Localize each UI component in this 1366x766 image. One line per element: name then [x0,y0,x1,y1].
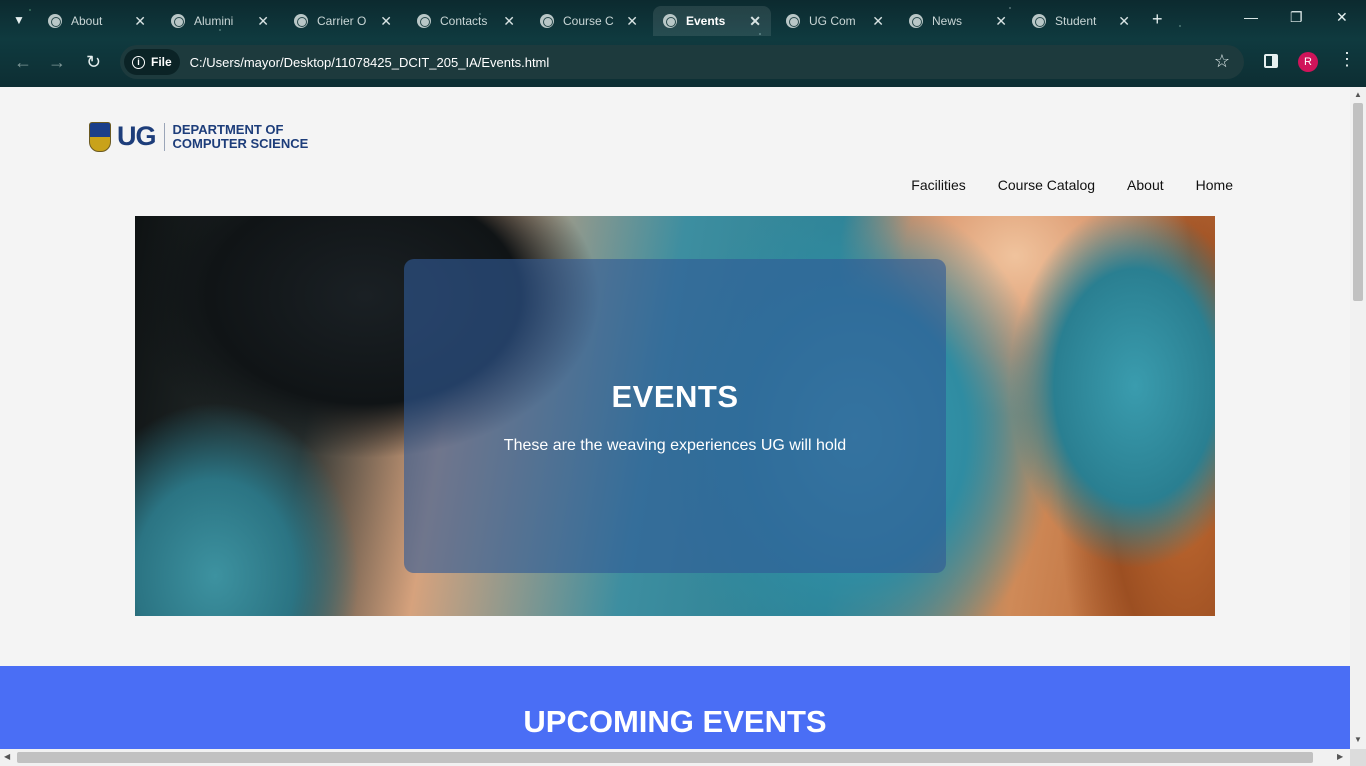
back-arrow-icon[interactable]: ← [14,52,32,73]
close-icon[interactable]: ✕ [872,13,884,30]
hero-title: EVENTS [611,379,739,414]
logo-divider [163,122,165,151]
tab-news[interactable]: News ✕ [899,6,1017,36]
close-icon[interactable]: ✕ [626,13,638,30]
site-info-chip[interactable]: i File [124,49,180,75]
close-icon[interactable]: ✕ [995,13,1007,30]
close-icon[interactable]: ✕ [380,13,392,30]
new-tab-plus-icon[interactable]: + [1152,9,1163,30]
tab-title: About [71,14,103,28]
globe-icon [909,14,923,28]
tab-strip: ▼ About ✕ Alumini ✕ Carrier O ✕ Contacts… [0,0,1366,40]
restore-icon[interactable]: ❐ [1290,9,1303,26]
globe-icon [171,14,185,28]
info-icon: i [132,55,145,69]
browser-chrome: ▼ About ✕ Alumini ✕ Carrier O ✕ Contacts… [0,0,1366,87]
hero-card: EVENTS These are the weaving experiences… [404,259,946,573]
nav-link-about[interactable]: About [1127,177,1164,193]
scrollbar-corner [1350,749,1366,766]
upcoming-events-title: UPCOMING EVENTS [523,704,827,739]
nav-link-home[interactable]: Home [1196,177,1233,193]
tab-events[interactable]: Events ✕ [653,6,771,36]
tab-contacts[interactable]: Contacts ✕ [407,6,525,36]
tab-ug-com[interactable]: UG Com ✕ [776,6,894,36]
tab-search-chevron-icon[interactable]: ▼ [8,9,30,31]
hero-subtitle: These are the weaving experiences UG wil… [503,437,847,454]
scroll-down-icon[interactable]: ▼ [1354,735,1362,744]
close-icon[interactable]: ✕ [503,13,515,30]
horizontal-scroll-thumb[interactable] [17,752,1313,763]
scroll-right-icon[interactable]: ▶ [1337,752,1343,761]
url-text[interactable]: C:/Users/mayor/Desktop/11078425_DCIT_205… [190,55,550,70]
logo-line-2: COMPUTER SCIENCE [172,135,309,151]
tab-title: Alumini [194,14,234,28]
logo-abbrev: UG [117,121,156,151]
tab-title: Events [686,14,726,28]
forward-arrow-icon[interactable]: → [48,52,66,73]
globe-icon [48,14,62,28]
close-icon[interactable]: ✕ [1118,13,1130,30]
main-nav: Facilities Course Catalog About Home [911,177,1233,193]
hero-banner: EVENTS These are the weaving experiences… [135,216,1215,616]
logo-line-1: DEPARTMENT OF [172,121,284,137]
globe-icon [540,14,554,28]
scroll-left-icon[interactable]: ◀ [4,752,10,761]
vertical-scroll-thumb[interactable] [1353,103,1363,301]
close-icon[interactable]: ✕ [257,13,269,30]
tab-title: UG Com [809,14,856,28]
tab-student[interactable]: Student ✕ [1022,6,1140,36]
more-menu-icon[interactable]: ⋮ [1338,49,1356,70]
close-icon[interactable]: ✕ [134,13,146,30]
tab-course[interactable]: Course C ✕ [530,6,648,36]
reload-icon[interactable]: ↻ [86,52,101,73]
tab-about[interactable]: About ✕ [38,6,156,36]
minimize-icon[interactable]: — [1244,9,1258,25]
globe-icon [1032,14,1046,28]
globe-icon [417,14,431,28]
side-panel-icon[interactable] [1264,54,1278,68]
tab-title: Contacts [440,14,488,28]
site-logo[interactable]: UG DEPARTMENT OF COMPUTER SCIENCE [89,121,308,152]
tab-carrier[interactable]: Carrier O ✕ [284,6,402,36]
page-viewport: UG DEPARTMENT OF COMPUTER SCIENCE Facili… [0,87,1350,749]
tab-title: Course C [563,14,614,28]
vertical-scrollbar[interactable]: ▲ ▼ [1350,87,1366,749]
tab-title: News [932,14,963,28]
bookmark-star-icon[interactable]: ☆ [1214,51,1230,72]
close-icon[interactable]: ✕ [749,13,761,30]
globe-icon [663,14,677,28]
tab-alumini[interactable]: Alumini ✕ [161,6,279,36]
logo-department-text: DEPARTMENT OF COMPUTER SCIENCE [172,121,309,151]
profile-avatar[interactable]: R [1298,52,1318,72]
horizontal-scrollbar[interactable]: ◀ ▶ [0,749,1350,766]
globe-icon [786,14,800,28]
nav-link-course-catalog[interactable]: Course Catalog [998,177,1095,193]
tab-title: Carrier O [317,14,367,28]
window-close-icon[interactable]: ✕ [1336,9,1348,26]
site-chip-label: File [151,55,172,69]
nav-link-facilities[interactable]: Facilities [911,177,965,193]
address-bar[interactable]: i File C:/Users/mayor/Desktop/11078425_D… [120,45,1244,79]
browser-toolbar: ← → ↻ i File C:/Users/mayor/Desktop/1107… [0,40,1366,87]
crest-icon [89,121,111,152]
globe-icon [294,14,308,28]
upcoming-events-section: UPCOMING EVENTS [0,666,1350,749]
scroll-up-icon[interactable]: ▲ [1354,90,1362,99]
tab-title: Student [1055,14,1097,28]
